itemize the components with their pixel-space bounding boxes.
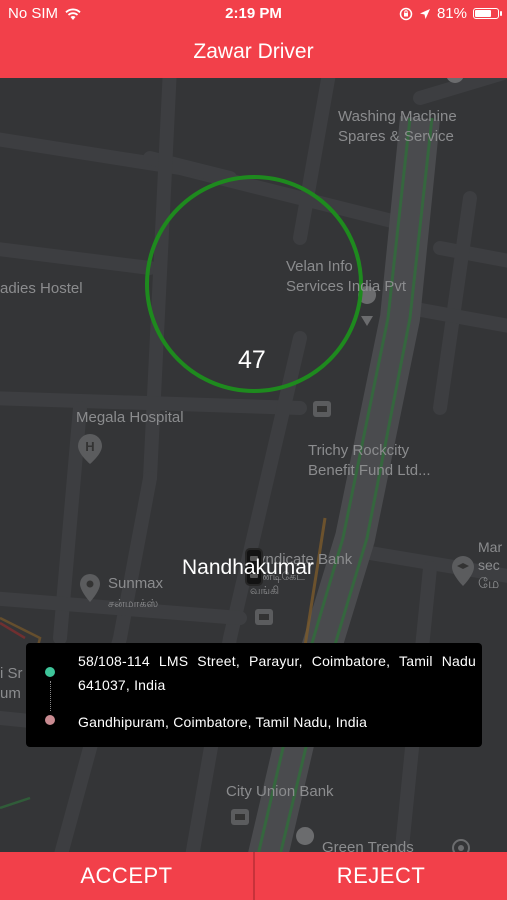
map-label-city-union-bank: City Union Bank (226, 783, 334, 800)
route-dotted-line (50, 681, 51, 711)
header-bar: Zawar Driver (0, 28, 507, 78)
battery-fill (475, 10, 492, 17)
map-label-ladies-hostel: adies Hostel (0, 280, 83, 297)
location-arrow-icon (419, 8, 430, 19)
status-right: 81% (399, 5, 502, 22)
map-label-washing-machine: Washing Machine Spares & Service (338, 108, 457, 145)
map-label-sunmax: Sunmax (108, 575, 164, 592)
map-label-right-edge: Mar sec மே (478, 539, 503, 591)
svg-text:H: H (85, 439, 94, 454)
battery-percent: 81% (436, 5, 467, 22)
battery-icon (473, 8, 502, 19)
accept-button[interactable]: ACCEPT (0, 852, 253, 900)
map-label-left-edge: i Sr um (0, 665, 23, 702)
drop-dot-icon (45, 715, 55, 725)
driver-name: Nandhakumar (182, 556, 314, 579)
drop-address: Gandhipuram, Coimbatore, Tamil Nadu, Ind… (78, 714, 368, 730)
map-label-velan-info: Velan Info Services India Pvt (286, 258, 407, 295)
map-label-trichy-rockcity: Trichy Rockcity Benefit Fund Ltd... (308, 442, 431, 479)
map-label-green-trends: Green Trends (322, 839, 414, 852)
reject-button[interactable]: REJECT (255, 852, 507, 900)
trip-details-card: 58/108-114 LMS Street, Parayur, Coimbato… (26, 643, 482, 747)
page-title: Zawar Driver (193, 40, 314, 63)
map-label-sunmax-tamil: சன்மாக்ஸ் (108, 598, 159, 610)
status-bar: No SIM 2:19 PM 81% (0, 0, 507, 28)
request-timer: 47 (238, 346, 266, 374)
pickup-address: 58/108-114 LMS Street, Parayur, Coimbato… (78, 653, 476, 693)
rotation-lock-icon (399, 7, 413, 20)
pickup-dot-icon (45, 667, 55, 677)
map-label-megala-hospital: Megala Hospital (76, 409, 184, 426)
